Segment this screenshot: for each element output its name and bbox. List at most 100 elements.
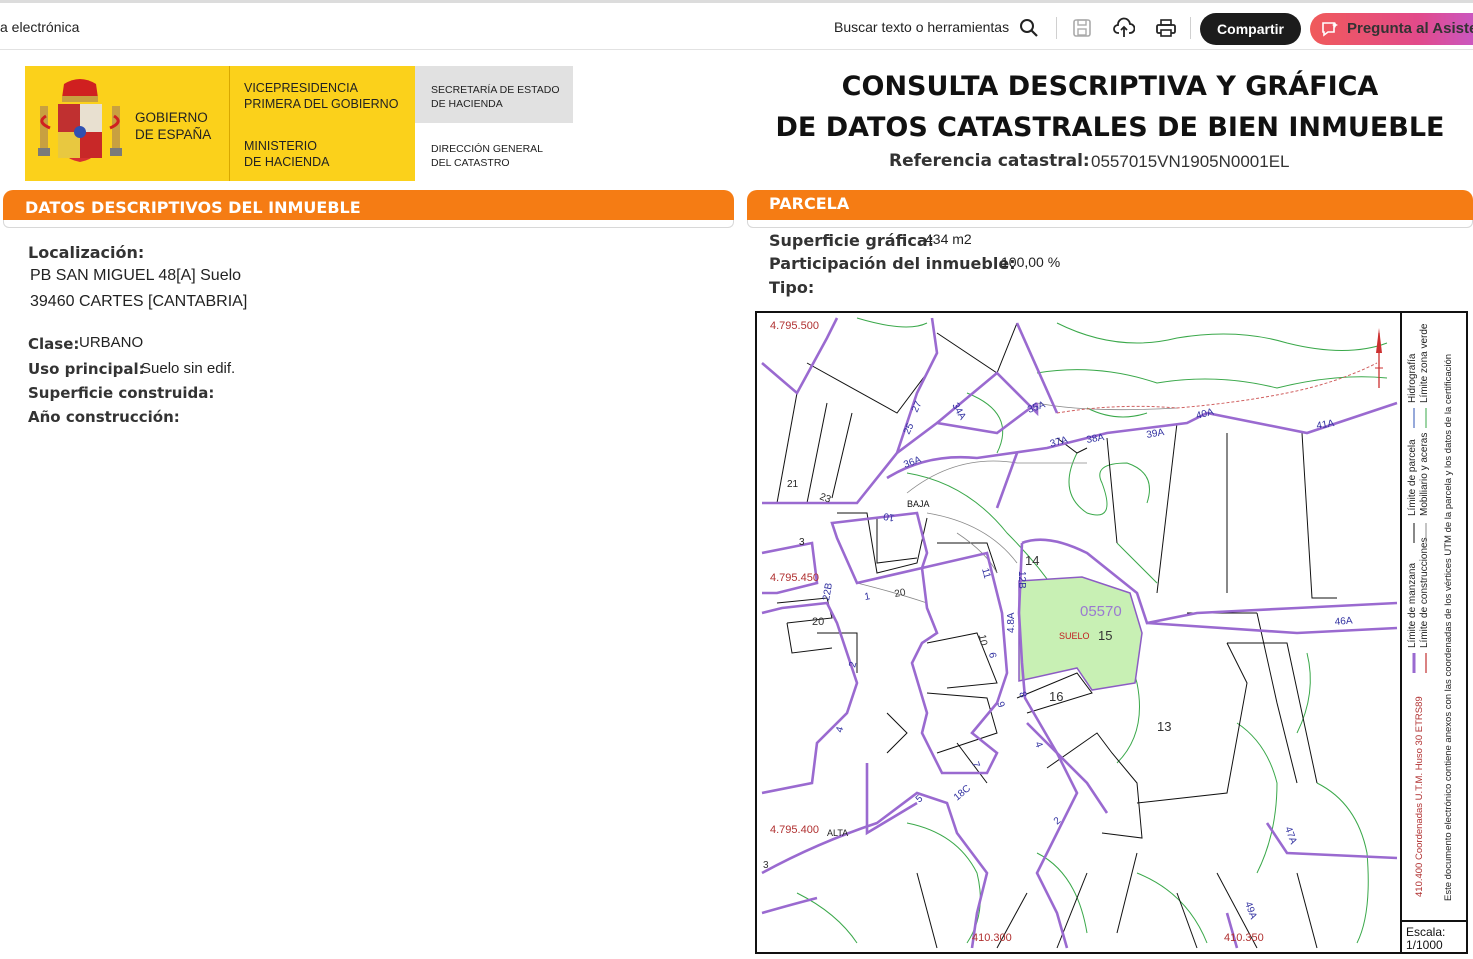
ano-construccion-label: Año construcción:	[28, 408, 180, 426]
share-button[interactable]: Compartir	[1200, 13, 1301, 45]
legend-swatch-manzana	[1412, 653, 1416, 673]
legend-swatch-hidrografia	[1413, 408, 1415, 428]
map-label: 37A	[1049, 435, 1069, 450]
toolbar-separator	[1190, 17, 1191, 39]
clase-value: URBANO	[79, 334, 144, 351]
vicepresidencia-label: VICEPRESIDENCIA PRIMERA DEL GOBIERNO	[244, 81, 399, 111]
legend-mobiliario: Mobiliario y aceras	[1419, 432, 1430, 516]
superficie-grafica-value: 434 m2	[925, 231, 972, 247]
parcel-code: 05570	[1080, 603, 1122, 620]
legend-limite-parcela: Límite de parcela	[1407, 439, 1418, 516]
superficie-construida-label: Superficie construida:	[28, 384, 215, 402]
tipo-label: Tipo:	[769, 278, 815, 297]
map-label: 39A	[1146, 427, 1166, 441]
panel-border	[747, 220, 1473, 228]
search-tools-button[interactable]: Buscar texto o herramientas	[834, 19, 1009, 35]
map-label: 3	[763, 860, 769, 871]
map-label: 21	[787, 479, 799, 490]
map-label: 12B	[1016, 571, 1027, 589]
map-label: 4.8A	[1006, 612, 1017, 633]
north-arrow-icon	[1375, 328, 1383, 388]
localizacion-label: Localización:	[28, 243, 145, 262]
map-label: 3	[799, 537, 805, 548]
document-title: a electrónica	[0, 19, 80, 35]
ai-assistant-button[interactable]: Pregunta al Asistente	[1310, 13, 1473, 45]
scale-label: Escala:	[1406, 925, 1446, 939]
uso-principal-label: Uso principal:	[28, 360, 145, 378]
ref-catastral-value: 0557015VN1905N0001EL	[1091, 152, 1290, 171]
descriptivos-heading: DATOS DESCRIPTIVOS DEL INMUEBLE	[3, 190, 734, 220]
map-label: 18C	[952, 783, 973, 803]
map-label: 49A	[1242, 900, 1259, 921]
scale-box: Escala: 1/1000	[1402, 920, 1466, 952]
participacion-label: Participación del inmueble:	[769, 254, 1016, 273]
participacion-value: 100,00 %	[1001, 254, 1061, 270]
address-line2: 39460 CARTES [CANTABRIA]	[30, 293, 248, 310]
toolbar-separator	[1056, 17, 1057, 39]
map-label: 6	[986, 652, 998, 660]
legend-hidrografia: Hidrografía	[1407, 353, 1418, 403]
legend-swatch-zona-verde	[1425, 408, 1427, 428]
legend-swatch-construcciones	[1425, 653, 1427, 673]
legend-limite-manzana: Límite de manzana	[1407, 562, 1418, 648]
legend-limite-construcciones: Límite de construcciones	[1419, 537, 1430, 648]
coat-of-arms-icon	[38, 79, 122, 162]
map-label: BAJA	[907, 499, 930, 509]
coord-y-mid: 4.795.450	[770, 572, 819, 584]
map-label: 10	[882, 510, 895, 523]
scale-value: 1/1000	[1406, 938, 1443, 952]
map-label: 38A	[1086, 432, 1106, 446]
map-label: 1	[864, 591, 872, 603]
legend-coordenadas: 410.400 Coordenadas U.T.M. Huso 30 ETRS8…	[1414, 696, 1425, 897]
map-label: 10	[976, 634, 989, 647]
coord-x-right: 410.350	[1224, 932, 1264, 944]
parcela-heading: PARCELA	[747, 190, 1473, 220]
secretaria-label: SECRETARÍA DE ESTADO DE HACIENDA	[431, 84, 560, 110]
print-icon[interactable]	[1155, 17, 1177, 39]
legend-zona-verde: Límite zona verde	[1419, 323, 1430, 404]
map-label: 40A	[1195, 407, 1215, 422]
map-label: 22B	[821, 582, 835, 602]
map-label: 36A	[902, 454, 923, 471]
save-icon[interactable]	[1071, 17, 1093, 39]
map-label: 4	[1032, 740, 1044, 749]
gobierno-label: GOBIERNO DE ESPAÑA	[135, 110, 212, 142]
cadastral-map: 34A 35A 27 25 36A 37A 38A 39A 40A 41A 21…	[755, 311, 1468, 954]
map-label: 9	[994, 700, 1006, 709]
ref-catastral-label: Referencia catastral:	[889, 151, 1090, 171]
panel-border	[3, 220, 734, 228]
legend-swatch-mobiliario	[1425, 523, 1427, 543]
parcel-number: 15	[1098, 628, 1112, 643]
chat-sparkle-icon	[1322, 22, 1338, 37]
map-label: 41A	[1316, 418, 1336, 432]
coord-x-left: 410.300	[972, 932, 1012, 944]
page-title: CONSULTA DESCRIPTIVA Y GRÁFICA DE DATOS C…	[775, 71, 1445, 143]
superficie-grafica-label: Superficie gráfica:	[769, 231, 935, 250]
map-label: 8	[1016, 690, 1028, 699]
map-label: 35A	[1026, 399, 1047, 416]
map-label: 14	[1025, 553, 1039, 568]
map-label: 4	[834, 725, 846, 734]
map-label: 20	[812, 616, 824, 628]
suelo-label: SUELO	[1059, 631, 1090, 641]
map-label: 2	[847, 660, 859, 669]
map-label: 11	[979, 567, 992, 580]
map-label: 13	[1157, 719, 1171, 734]
ai-assistant-label: Pregunta al Asistente	[1347, 20, 1473, 37]
viewer-toolbar: a electrónica Buscar texto o herramienta…	[0, 0, 1473, 50]
map-drawing: 34A 35A 27 25 36A 37A 38A 39A 40A 41A 21…	[761, 317, 1398, 949]
map-label: 47A	[1282, 825, 1299, 846]
cloud-upload-icon[interactable]	[1113, 17, 1135, 39]
legend-swatch-parcela	[1413, 523, 1415, 543]
map-label: ALTA	[827, 828, 848, 838]
coord-y-bot: 4.795.400	[770, 824, 819, 836]
uso-principal-value: Suelo sin edif.	[141, 360, 236, 377]
map-label: 20	[894, 587, 907, 600]
search-icon[interactable]	[1018, 17, 1040, 39]
map-label: 16	[1049, 689, 1063, 704]
legend-documento: Este documento electrónico contiene anex…	[1443, 353, 1454, 901]
direccion-label: DIRECCIÓN GENERAL DEL CATASTRO	[431, 143, 544, 169]
legend-divider	[1400, 313, 1402, 952]
map-label: 46A	[1334, 615, 1353, 628]
logo-divider	[229, 66, 230, 181]
